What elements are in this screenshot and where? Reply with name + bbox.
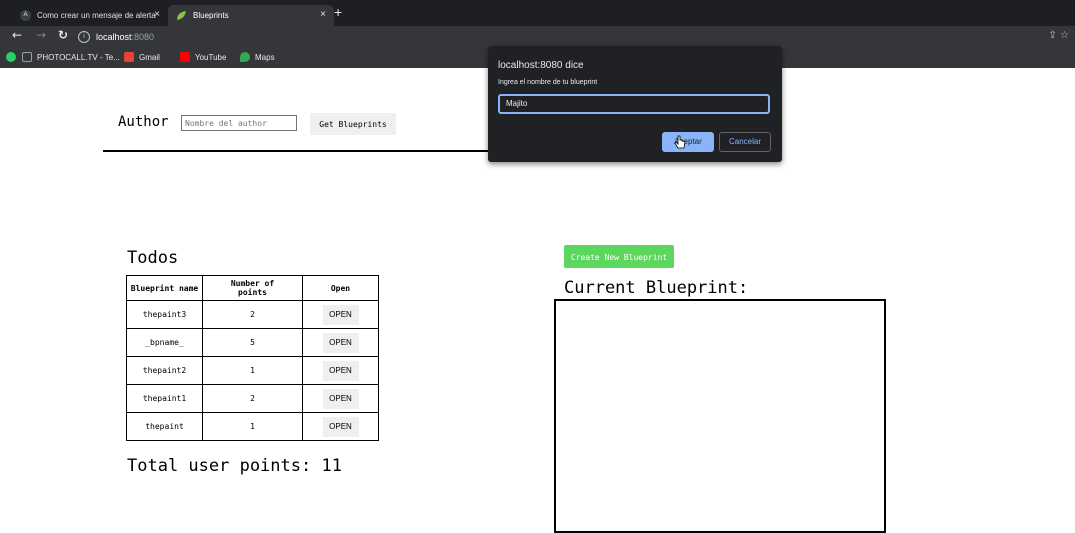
create-blueprint-button[interactable]: Create New Blueprint: [564, 245, 674, 268]
close-icon[interactable]: ×: [320, 9, 326, 20]
table-row: thepaint2 1 OPEN: [126, 356, 379, 385]
pointer-cursor-icon: [674, 135, 686, 149]
info-icon[interactable]: i: [78, 31, 90, 43]
url-port: :8080: [131, 32, 155, 42]
dialog-message: Ingrea el nombre de tu blueprint: [498, 79, 598, 86]
blueprints-table: Blueprint name Number of points Open the…: [126, 275, 379, 441]
back-icon[interactable]: ←: [12, 28, 22, 42]
bookmark-maps[interactable]: Maps: [240, 52, 275, 62]
bookmark-label: Gmail: [139, 52, 160, 62]
column-header: Number of points: [202, 275, 303, 301]
dialog-input[interactable]: Majito: [498, 94, 770, 114]
tab-label: Como crear un mensaje de alerta: [37, 11, 156, 20]
bookmark-label: YouTube: [195, 52, 227, 62]
table-row: _bpname_ 5 OPEN: [126, 328, 379, 357]
total-user-points: Total user points: 11: [127, 456, 342, 476]
author-input[interactable]: [181, 115, 297, 131]
open-button[interactable]: OPEN: [322, 388, 359, 409]
leaf-icon: [177, 11, 186, 20]
open-button[interactable]: OPEN: [322, 332, 359, 353]
open-button[interactable]: OPEN: [322, 360, 359, 381]
close-icon[interactable]: ×: [154, 9, 160, 20]
open-cell: OPEN: [302, 328, 379, 357]
maps-icon: [240, 52, 250, 62]
new-tab-button[interactable]: +: [334, 4, 342, 20]
dialog-title: localhost:8080 dice: [498, 60, 584, 71]
gmail-icon: [124, 52, 134, 62]
share-icon[interactable]: ⇪ ☆: [1048, 30, 1069, 41]
current-blueprint-label: Current Blueprint:: [564, 278, 749, 298]
bookmark-label: Maps: [255, 52, 275, 62]
table-header-row: Blueprint name Number of points Open: [126, 275, 379, 301]
youtube-icon: [180, 52, 190, 62]
open-button[interactable]: OPEN: [322, 416, 359, 437]
bookmark-photocall[interactable]: PHOTOCALL.TV - Te...: [22, 52, 120, 62]
open-cell: OPEN: [302, 356, 379, 385]
bookmark-gmail[interactable]: Gmail: [124, 52, 160, 62]
open-cell: OPEN: [302, 412, 379, 441]
url-host: localhost: [96, 32, 132, 42]
table-row: thepaint3 2 OPEN: [126, 300, 379, 329]
cancel-button[interactable]: Cancelar: [719, 132, 771, 152]
blueprint-points: 1: [202, 412, 303, 441]
tab-alert-tutorial[interactable]: A Como crear un mensaje de alerta ×: [12, 5, 168, 26]
blueprint-canvas[interactable]: [554, 299, 886, 533]
open-cell: OPEN: [302, 300, 379, 329]
reload-icon[interactable]: ↻: [58, 28, 68, 42]
open-button[interactable]: OPEN: [322, 304, 359, 325]
whatsapp-icon[interactable]: [6, 52, 21, 62]
bookmark-label: PHOTOCALL.TV - Te...: [37, 52, 120, 62]
blueprint-points: 5: [202, 328, 303, 357]
divider: [103, 150, 495, 152]
blueprint-points: 1: [202, 356, 303, 385]
blueprint-name: thepaint: [126, 412, 203, 441]
blueprint-points: 2: [202, 384, 303, 413]
column-header: Blueprint name: [126, 275, 203, 301]
blueprint-name: thepaint1: [126, 384, 203, 413]
blueprint-name: thepaint2: [126, 356, 203, 385]
tab-blueprints[interactable]: Blueprints ×: [168, 5, 334, 26]
blueprint-name: thepaint3: [126, 300, 203, 329]
browser-toolbar: ← → ↻ i localhost:8080 ⇪ ☆: [0, 26, 1075, 48]
column-header: Open: [302, 275, 379, 301]
open-cell: OPEN: [302, 384, 379, 413]
tab-bar: A Como crear un mensaje de alerta × Blue…: [0, 0, 1075, 26]
prompt-dialog: localhost:8080 dice Ingrea el nombre de …: [488, 46, 782, 162]
folder-icon: [22, 52, 32, 62]
accept-button[interactable]: Aceptar: [662, 132, 714, 152]
blueprint-points: 2: [202, 300, 303, 329]
tab-label: Blueprints: [193, 11, 229, 20]
table-row: thepaint 1 OPEN: [126, 412, 379, 441]
a-icon: A: [20, 10, 31, 21]
address-bar[interactable]: i localhost:8080: [78, 28, 154, 46]
blueprint-name: _bpname_: [126, 328, 203, 357]
author-label: Author: [118, 114, 169, 130]
table-row: thepaint1 2 OPEN: [126, 384, 379, 413]
get-blueprints-button[interactable]: Get Blueprints: [310, 113, 396, 135]
todos-title: Todos: [127, 248, 179, 268]
forward-icon[interactable]: →: [36, 28, 46, 42]
bookmark-youtube[interactable]: YouTube: [180, 52, 226, 62]
